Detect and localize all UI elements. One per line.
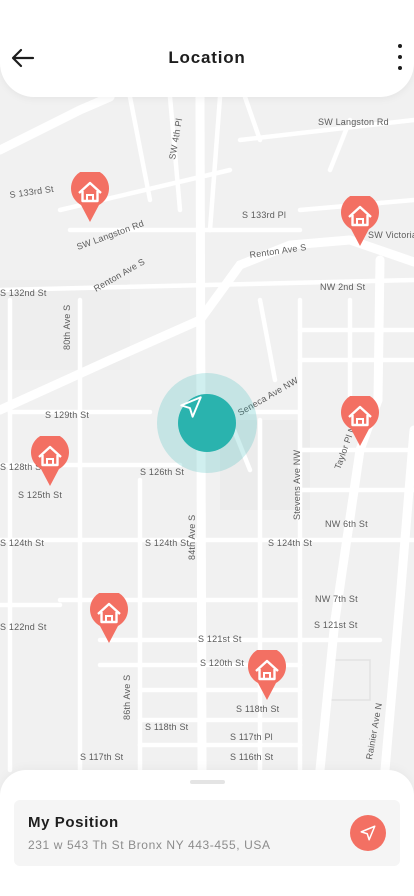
svg-text:S 122nd St: S 122nd St bbox=[0, 622, 47, 632]
svg-text:SW Langston Rd: SW Langston Rd bbox=[318, 117, 389, 127]
bottom-sheet: My Position 231 w 543 Th St Bronx NY 443… bbox=[0, 770, 414, 896]
more-options-button[interactable] bbox=[392, 44, 408, 70]
home-pin[interactable] bbox=[340, 196, 380, 248]
svg-text:S 117th St: S 117th St bbox=[80, 752, 124, 762]
app-header: Location bbox=[0, 0, 414, 97]
home-pin-icon bbox=[341, 196, 379, 246]
home-pin-icon bbox=[248, 650, 286, 700]
svg-text:NW 6th St: NW 6th St bbox=[325, 519, 368, 529]
home-pin-icon bbox=[71, 172, 109, 222]
svg-text:S 120th St: S 120th St bbox=[200, 658, 244, 668]
navigation-arrow-icon bbox=[360, 825, 376, 841]
svg-text:SW 4th Pl: SW 4th Pl bbox=[167, 117, 184, 160]
location-core bbox=[178, 394, 236, 452]
home-pin-icon bbox=[31, 436, 69, 486]
home-pin-icon bbox=[341, 396, 379, 446]
svg-text:NW 2nd St: NW 2nd St bbox=[320, 282, 366, 292]
svg-text:S 118th St: S 118th St bbox=[145, 722, 189, 732]
svg-text:S 121st St: S 121st St bbox=[198, 634, 242, 644]
svg-text:80th Ave S: 80th Ave S bbox=[62, 305, 72, 350]
position-address: 231 w 543 Th St Bronx NY 443-455, USA bbox=[28, 838, 271, 852]
svg-text:NW 7th St: NW 7th St bbox=[315, 594, 358, 604]
navigation-arrow-icon bbox=[180, 396, 202, 418]
svg-text:86th Ave S: 86th Ave S bbox=[122, 675, 132, 720]
home-pin[interactable] bbox=[30, 436, 70, 488]
sheet-drag-handle[interactable] bbox=[190, 780, 225, 784]
page-title: Location bbox=[168, 48, 246, 67]
home-pin[interactable] bbox=[340, 396, 380, 448]
home-pin[interactable] bbox=[70, 172, 110, 224]
current-location-marker[interactable] bbox=[157, 373, 257, 473]
svg-text:84th Ave S: 84th Ave S bbox=[187, 515, 197, 560]
svg-text:S 125th St: S 125th St bbox=[18, 490, 62, 500]
navigate-button[interactable] bbox=[350, 815, 386, 851]
svg-text:S 129th St: S 129th St bbox=[45, 410, 89, 420]
svg-text:Rainier Ave N: Rainier Ave N bbox=[364, 702, 384, 760]
svg-text:S 124th St: S 124th St bbox=[0, 538, 44, 548]
home-pin-icon bbox=[90, 593, 128, 643]
svg-text:S 118th St: S 118th St bbox=[236, 704, 280, 714]
svg-text:S 116th St: S 116th St bbox=[230, 752, 274, 762]
svg-text:S 132nd St: S 132nd St bbox=[0, 288, 47, 298]
position-title: My Position bbox=[28, 814, 119, 831]
svg-text:S 124th St: S 124th St bbox=[145, 538, 189, 548]
svg-text:S 124th St: S 124th St bbox=[268, 538, 312, 548]
more-vertical-icon bbox=[398, 44, 402, 48]
map-view[interactable]: SW Langston Rd S 133rd St Renton Ave S S… bbox=[0, 0, 414, 896]
svg-text:Renton Ave S: Renton Ave S bbox=[249, 242, 307, 260]
svg-text:S 133rd Pl: S 133rd Pl bbox=[242, 210, 286, 220]
svg-text:S 133rd St: S 133rd St bbox=[9, 184, 55, 200]
svg-text:S 117th Pl: S 117th Pl bbox=[230, 732, 273, 742]
home-pin[interactable] bbox=[247, 650, 287, 702]
svg-text:S 121st St: S 121st St bbox=[314, 620, 358, 630]
svg-text:Stevens Ave NW: Stevens Ave NW bbox=[292, 450, 302, 520]
home-pin[interactable] bbox=[89, 593, 129, 645]
my-position-card[interactable]: My Position 231 w 543 Th St Bronx NY 443… bbox=[14, 800, 400, 866]
